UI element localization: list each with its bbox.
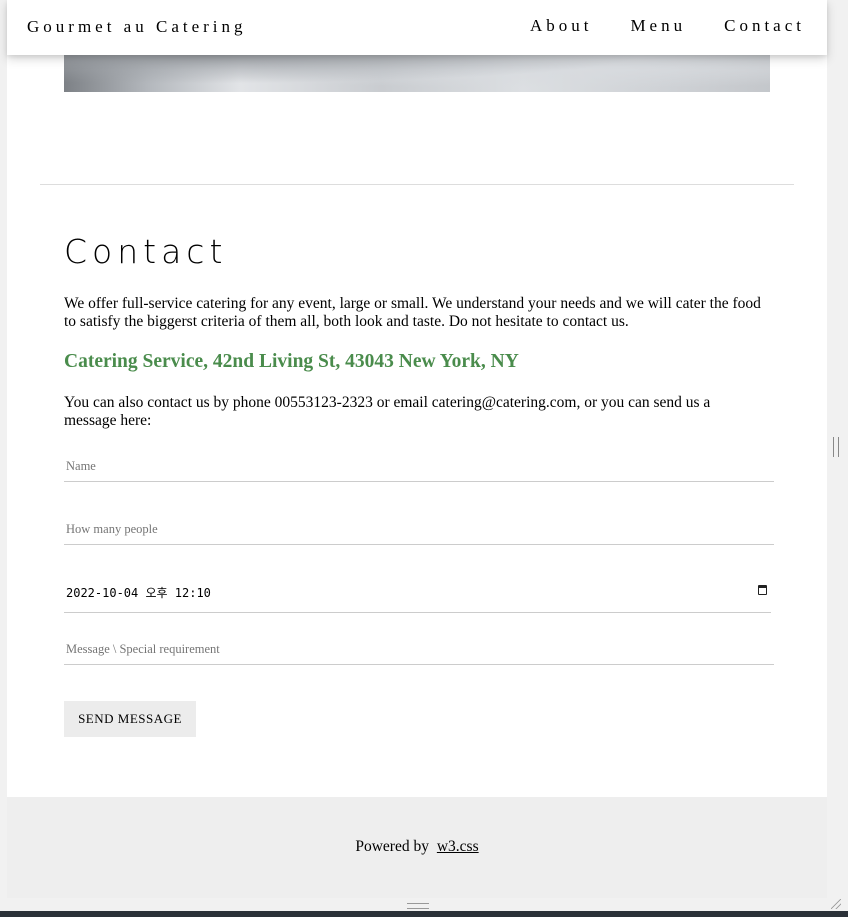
- top-navbar: Gourmet au Catering About Menu Contact: [7, 0, 827, 55]
- message-input[interactable]: [64, 635, 774, 665]
- name-input[interactable]: [64, 452, 774, 482]
- scrollbar-grip[interactable]: [833, 437, 839, 457]
- panel-resize-handle[interactable]: [407, 903, 429, 909]
- footer: Powered by w3.css: [7, 797, 827, 898]
- contact-heading: Contact: [64, 232, 228, 271]
- address-heading: Catering Service, 42nd Living St, 43043 …: [64, 351, 519, 372]
- nav-link-about[interactable]: About: [530, 16, 593, 36]
- people-count-input[interactable]: [64, 515, 774, 545]
- footer-link-w3css[interactable]: w3.css: [437, 838, 479, 855]
- datetime-input[interactable]: 2022-10-04 오후 12:10: [64, 577, 771, 613]
- contact-intro-text: We offer full-service catering for any e…: [64, 295, 761, 330]
- section-divider: [40, 184, 794, 185]
- corner-resize-grip-icon[interactable]: [831, 899, 841, 909]
- nav-link-contact[interactable]: Contact: [724, 16, 805, 36]
- contact-details-text: You can also contact us by phone 0055312…: [64, 394, 711, 429]
- bottom-edge-bar: [0, 911, 848, 917]
- datetime-value: 2022-10-04 오후 12:10: [66, 586, 211, 600]
- calendar-icon[interactable]: [758, 585, 767, 595]
- send-message-button[interactable]: SEND MESSAGE: [64, 701, 196, 737]
- nav-link-menu[interactable]: Menu: [630, 16, 686, 36]
- footer-text: Powered by: [355, 838, 429, 855]
- page-content: [7, 0, 827, 898]
- brand-link[interactable]: Gourmet au Catering: [27, 17, 247, 37]
- nav-links: About Menu Contact: [492, 16, 805, 36]
- hero-image: [64, 50, 770, 92]
- footer-credit: Powered by w3.css: [7, 838, 827, 856]
